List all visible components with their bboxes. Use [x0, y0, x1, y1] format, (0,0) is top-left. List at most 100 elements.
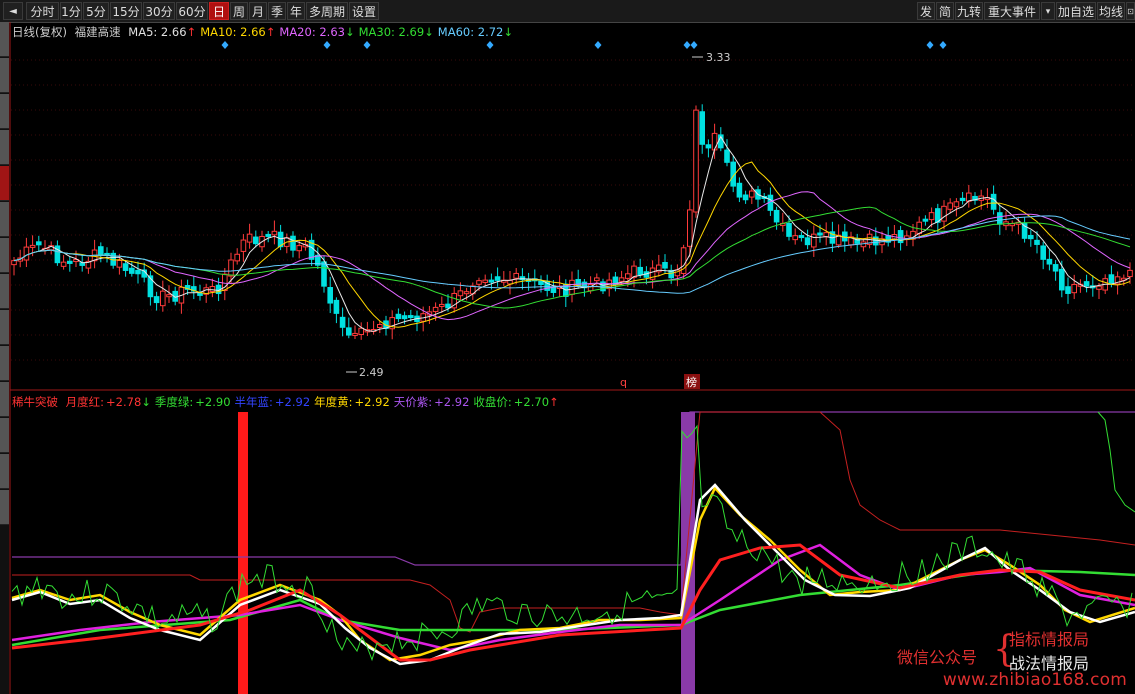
candle-body-131 — [823, 232, 830, 238]
green-upper-line — [1097, 411, 1135, 513]
candle-body-73 — [463, 291, 470, 295]
watermark-line-1: 指标情报局 — [1009, 630, 1090, 649]
signal-diamond-1 — [323, 41, 331, 49]
candle-body-110 — [693, 109, 699, 213]
watermark: 微信公众号 { 指标情报局 战法情报局 www.zhibiao168.com — [897, 622, 1127, 692]
candle-body-77 — [488, 279, 495, 283]
candle-body-165 — [1034, 239, 1040, 245]
candle-body-37 — [240, 239, 247, 252]
candle-body-146 — [916, 221, 923, 235]
candle-body-164 — [1028, 234, 1034, 240]
candle-body-81 — [513, 272, 520, 279]
candle-body-170 — [1065, 286, 1071, 294]
candle-body-109 — [687, 209, 693, 247]
candle-body-0 — [11, 260, 17, 266]
candle-body-68 — [432, 306, 439, 313]
low-price-label: 2.49 — [359, 366, 384, 379]
candle-body-78 — [494, 276, 501, 281]
candle-body-94 — [594, 277, 600, 282]
candle-body-90 — [569, 279, 575, 295]
candle-body-159 — [997, 212, 1003, 225]
candle-body-166 — [1040, 245, 1047, 260]
signal-diamond-0 — [221, 41, 229, 49]
resistance-line — [12, 411, 1135, 633]
candle-body-153 — [959, 197, 966, 202]
signal-diamond-5 — [683, 41, 691, 49]
candle-body-39 — [253, 236, 259, 245]
candle-body-69 — [439, 303, 445, 307]
candle-body-76 — [482, 279, 488, 283]
candle-body-167 — [1046, 258, 1053, 265]
candle-body-152 — [953, 201, 960, 208]
candle-body-117 — [736, 182, 743, 198]
candle-body-150 — [941, 205, 947, 222]
signal-diamond-8 — [939, 41, 947, 49]
candle-body-101 — [637, 266, 644, 276]
watermark-wechat-label: 微信公众号 — [897, 648, 978, 667]
candle-body-25 — [166, 294, 172, 298]
candle-body-118 — [742, 194, 749, 201]
candle-body-154 — [966, 192, 972, 202]
candle-body-113 — [711, 132, 718, 151]
candle-body-3 — [29, 244, 36, 248]
candle-body-9 — [67, 260, 73, 264]
kline-chart[interactable]: 3.33 2.49 q 榜 — [0, 0, 1135, 694]
candle-body-125 — [786, 222, 792, 237]
candle-body-180 — [1127, 269, 1133, 278]
candle-body-115 — [724, 149, 730, 163]
candle-body-85 — [538, 280, 544, 285]
candle-body-112 — [705, 144, 712, 149]
candle-body-20 — [135, 269, 141, 275]
candle-body-169 — [1059, 268, 1065, 291]
candle-body-171 — [1071, 283, 1078, 294]
candle-body-30 — [197, 292, 203, 296]
candle-body-2 — [23, 246, 30, 261]
candle-body-23 — [153, 296, 160, 304]
candle-body-55 — [352, 332, 358, 336]
candle-body-41 — [265, 233, 271, 237]
candle-body-72 — [457, 290, 464, 297]
candle-body-51 — [327, 287, 333, 304]
candle-body-147 — [922, 218, 929, 222]
candle-body-128 — [804, 237, 811, 246]
signal-diamond-7 — [926, 41, 934, 49]
candle-body-8 — [60, 261, 67, 267]
candle-body-129 — [811, 233, 817, 248]
candle-body-99 — [625, 273, 631, 279]
candle-body-59 — [377, 323, 383, 328]
candle-body-119 — [749, 190, 755, 198]
candle-body-14 — [98, 246, 104, 256]
candle-body-130 — [817, 232, 823, 236]
candle-body-36 — [234, 253, 240, 262]
candle-body-177 — [1108, 274, 1115, 285]
high-price-label: 3.33 — [706, 51, 731, 64]
candle-body-75 — [476, 280, 482, 285]
candle-body-70 — [445, 303, 451, 309]
signal-diamond-6 — [690, 41, 698, 49]
signal-diamond-2 — [363, 41, 371, 49]
candle-body-35 — [228, 259, 234, 277]
candle-body-32 — [209, 286, 216, 292]
candle-body-105 — [662, 261, 668, 269]
candle-body-18 — [122, 263, 129, 271]
candle-body-50 — [321, 261, 327, 287]
buy-signal-bar — [238, 412, 248, 694]
candle-body-158 — [990, 193, 997, 210]
candle-body-126 — [792, 235, 799, 241]
candle-body-4 — [36, 241, 42, 246]
watermark-url: www.zhibiao168.com — [942, 670, 1127, 690]
candle-body-173 — [1083, 281, 1090, 287]
candle-body-123 — [773, 209, 780, 223]
candle-body-45 — [290, 235, 296, 251]
candle-body-151 — [947, 202, 954, 210]
candle-body-175 — [1096, 285, 1102, 290]
candle-body-127 — [798, 235, 805, 239]
candle-body-46 — [296, 245, 302, 252]
candle-body-42 — [271, 230, 278, 236]
candle-body-98 — [618, 277, 625, 282]
candle-body-63 — [401, 315, 408, 320]
candle-body-111 — [699, 111, 706, 145]
candle-body-64 — [408, 315, 414, 319]
candle-body-62 — [395, 313, 402, 320]
candle-body-17 — [116, 260, 123, 268]
